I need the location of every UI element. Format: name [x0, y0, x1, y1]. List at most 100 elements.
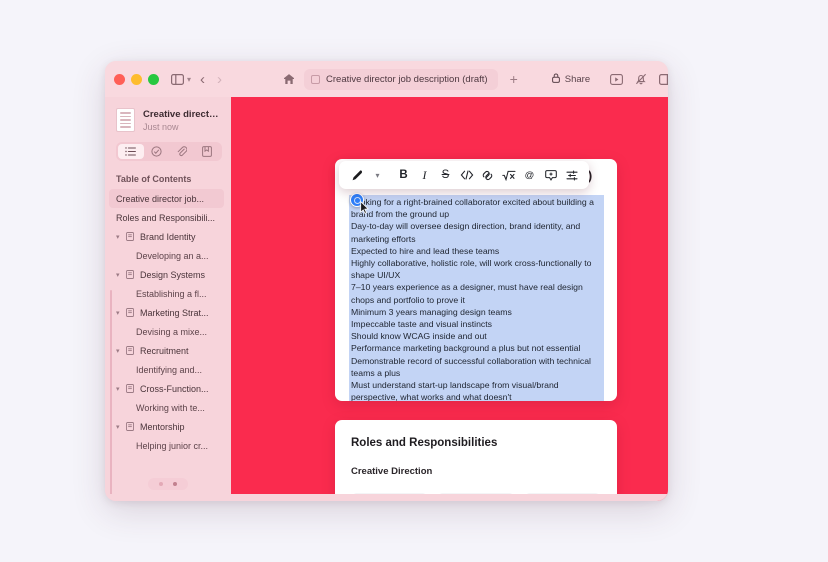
mention-button[interactable]: @ — [519, 163, 540, 187]
document-thumbnail-icon — [116, 108, 135, 132]
bold-button[interactable]: B — [393, 163, 414, 187]
zoom-window-button[interactable] — [148, 73, 159, 85]
toc-item[interactable]: Working with te... — [105, 398, 231, 417]
toc-item[interactable]: Identifying and... — [105, 360, 231, 379]
panel-right-icon[interactable] — [659, 73, 668, 85]
toc-item-label: Design Systems — [140, 269, 206, 280]
document-tab[interactable]: Creative director job description (draft… — [304, 68, 498, 90]
section-heading: Roles and Responsibilities — [351, 437, 498, 449]
highlighter-pen-button[interactable] — [346, 163, 367, 187]
strikethrough-button[interactable]: S — [435, 163, 456, 187]
toc-item-label: Developing an a... — [136, 250, 209, 261]
page-icon — [126, 346, 138, 355]
mouse-cursor-icon — [360, 201, 369, 214]
toc-item[interactable]: Establishing a fl... — [105, 284, 231, 303]
home-icon[interactable] — [283, 73, 295, 85]
document-paragraph[interactable]: Highly collaborative, holistic role, wil… — [349, 257, 602, 281]
sidebar-document-card[interactable]: Creative director j... Just now — [105, 103, 231, 140]
chevron-down-icon[interactable]: ▾ — [116, 385, 126, 393]
chevron-down-icon[interactable]: ▾ — [116, 233, 126, 241]
selected-text-block[interactable]: Looking for a right-brained collaborator… — [349, 195, 604, 401]
code-icon — [460, 170, 473, 180]
chevron-down-icon[interactable]: ▾ — [116, 347, 126, 355]
sidebar-page-indicator[interactable] — [105, 477, 231, 491]
document-canvas: Creative director job description (draft… — [231, 97, 668, 501]
sidebar-page-dot-1[interactable] — [159, 482, 163, 486]
toc-item[interactable]: Roles and Responsibili... — [105, 208, 231, 227]
document-page-1: Creative director job description (draft… — [335, 159, 617, 401]
bell-slash-icon[interactable] — [635, 73, 647, 85]
toc-item[interactable]: ▾ Marketing Strat... — [105, 303, 231, 322]
comment-icon — [544, 169, 557, 181]
document-paragraph[interactable]: Demonstrable record of successful collab… — [349, 355, 602, 379]
toc-item-label: Recruitment — [140, 345, 189, 356]
section-subheading: Creative Direction — [351, 466, 433, 477]
sidebar-document-timestamp: Just now — [143, 121, 179, 132]
toc-item[interactable]: Devising a mixe... — [105, 322, 231, 341]
share-button-label: Share — [564, 73, 591, 85]
share-button[interactable]: Share — [544, 70, 598, 89]
document-paragraph[interactable]: Day-to-day will oversee design direction… — [349, 220, 602, 244]
toc-item[interactable]: Developing an a... — [105, 246, 231, 265]
navigate-forward-icon[interactable]: › — [217, 71, 222, 88]
page-icon — [126, 232, 138, 241]
sidebar-tab-outline[interactable] — [118, 144, 144, 159]
page-icon — [126, 308, 138, 317]
chevron-down-icon[interactable]: ▾ — [116, 271, 126, 279]
toc-item[interactable]: ▾ Recruitment — [105, 341, 231, 360]
math-equation-button[interactable] — [498, 163, 519, 187]
link-button[interactable] — [477, 163, 498, 187]
document-tab-icon — [311, 74, 321, 84]
text-format-toolbar[interactable]: ▾ B I S @ — [339, 161, 589, 189]
traffic-light-controls[interactable] — [114, 73, 159, 85]
sidebar-tab-bookmarks[interactable] — [195, 144, 221, 159]
sidebar-options-chevron-down-icon[interactable]: ▾ — [187, 75, 191, 84]
window-bottom-strip — [105, 494, 668, 501]
inline-code-button[interactable] — [456, 163, 477, 187]
page-icon — [126, 422, 138, 431]
document-paragraph[interactable]: Expected to hire and lead these teams — [349, 245, 602, 257]
window-titlebar: ▾ ‹ › Creative director job description … — [105, 61, 668, 97]
document-paragraph[interactable]: Performance marketing background a plus … — [349, 342, 602, 354]
chevron-down-icon[interactable]: ▾ — [116, 309, 126, 317]
minimize-window-button[interactable] — [131, 73, 142, 85]
settings-sliders-icon — [565, 169, 578, 181]
document-paragraph[interactable]: Looking for a right-brained collaborator… — [349, 196, 602, 220]
toc-item[interactable]: ▾ Design Systems — [105, 265, 231, 284]
sidebar-tab-tasks[interactable] — [144, 144, 170, 159]
sidebar-document-title: Creative director j... — [143, 108, 222, 120]
toc-item[interactable]: Helping junior cr... — [105, 436, 231, 455]
sidebar-page-dot-2[interactable] — [173, 482, 177, 486]
sidebar-tab-attachments[interactable] — [169, 144, 195, 159]
toc-item-label: Establishing a fl... — [136, 288, 207, 299]
toc-item[interactable]: Creative director job... — [109, 189, 224, 208]
close-window-button[interactable] — [114, 73, 125, 85]
text-settings-button[interactable] — [561, 163, 582, 187]
document-paragraph[interactable]: Minimum 3 years managing design teams — [349, 306, 602, 318]
toc-item[interactable]: ▾ Cross-Function... — [105, 379, 231, 398]
sidebar-toggle-icon[interactable] — [171, 73, 184, 85]
plus-icon[interactable]: + — [510, 71, 518, 87]
play-icon[interactable] — [610, 73, 624, 85]
table-of-contents-list: Creative director job... Roles and Respon… — [105, 189, 231, 455]
navigate-back-icon[interactable]: ‹ — [200, 71, 205, 88]
toc-item-label: Working with te... — [136, 402, 205, 413]
document-paragraph[interactable]: 7–10 years experience as a designer, mus… — [349, 281, 602, 305]
document-paragraph[interactable]: Must understand start-up landscape from … — [349, 379, 602, 401]
sidebar-segmented-control[interactable] — [116, 142, 222, 161]
toc-item[interactable]: ▾ Brand Identity — [105, 227, 231, 246]
document-paragraph[interactable]: Should know WCAG inside and out — [349, 330, 602, 342]
page-icon — [126, 270, 138, 279]
comment-button[interactable] — [540, 163, 561, 187]
toc-item[interactable]: ▾ Mentorship — [105, 417, 231, 436]
document-paragraph[interactable]: Impeccable taste and visual instincts — [349, 318, 602, 330]
pen-options-chevron-button[interactable]: ▾ — [367, 163, 388, 187]
link-icon — [482, 170, 493, 180]
italic-button[interactable]: I — [414, 163, 435, 187]
app-window: ▾ ‹ › Creative director job description … — [105, 61, 668, 501]
lock-icon — [551, 73, 560, 86]
page-icon — [126, 384, 138, 393]
toc-item-label: Helping junior cr... — [136, 440, 209, 451]
chevron-down-icon: ▾ — [375, 170, 380, 180]
chevron-down-icon[interactable]: ▾ — [116, 423, 126, 431]
